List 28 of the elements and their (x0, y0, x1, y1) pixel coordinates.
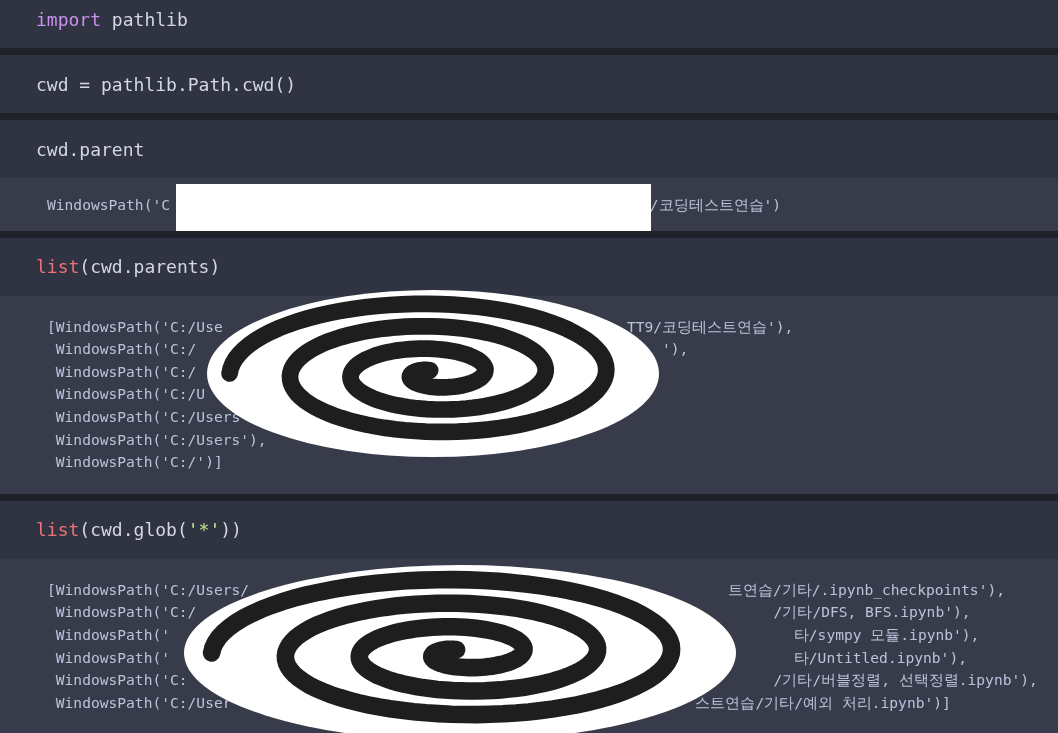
code-input[interactable]: list(cwd.parents) (0, 237, 1058, 296)
output-text: WindowsPath('C:/Users'), (54, 429, 267, 450)
output-text: '), (662, 339, 689, 360)
code-input[interactable]: cwd.parent (0, 120, 1058, 178)
output-text: 스트연습/기타/예외 처리.ipynb')] (695, 692, 951, 713)
output-text: 타/sympy 모듈.ipynb'), (793, 624, 980, 645)
output-text: /코딩테스트연습') (649, 195, 782, 215)
output-text: WindowsPath('C:/Users (54, 406, 241, 427)
output-text: [WindowsPath('C:/Users/ (47, 579, 251, 600)
output-text: TT9/코딩테스트연습'), (626, 316, 794, 337)
output-text: WindowsPath('C:/U (54, 384, 206, 405)
output-text: WindowsPath('C:/ (54, 361, 197, 382)
output-text: WindowsPath(' (54, 624, 171, 645)
output-text: WindowsPath('C (47, 195, 171, 215)
output-text: 타/Untitled.ipynb'), (793, 647, 967, 668)
output-text: WindowsPath('C:/User (54, 692, 233, 713)
output-text: WindowsPath('C:/')] (54, 452, 223, 473)
output-text: WindowsPath(' (54, 647, 171, 668)
output-text: /기타/DFS, BFS.ipynb'), (773, 602, 971, 623)
output-text: WindowsPath('C:/ (54, 602, 198, 623)
output-text: WindowsPath('C:/ (54, 339, 198, 360)
code-input[interactable]: cwd = pathlib.Path.cwd() (0, 55, 1058, 113)
output-text: 트연습/기타/.ipynb_checkpoints'), (727, 579, 1005, 601)
output-text: WindowsPath('C: (54, 670, 189, 691)
output-text: [WindowsPath('C:/Use (47, 316, 224, 337)
code-input[interactable]: list(cwd.glob('*')) (0, 500, 1058, 559)
code-input[interactable]: import pathlib (0, 0, 1058, 48)
output-text: /기타/버블정렬, 선택정렬.ipynb'), (773, 670, 1038, 691)
